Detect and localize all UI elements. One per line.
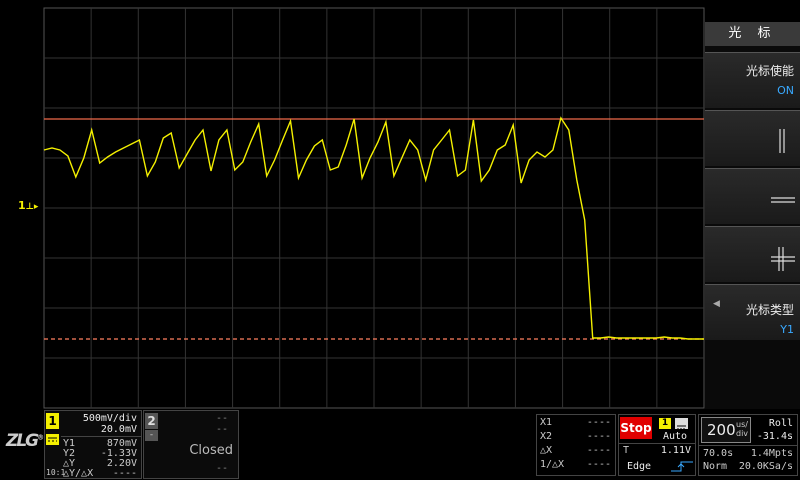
menu-left-arrow-icon: ◀ [713,299,720,309]
ch2-status: Closed [189,443,233,458]
trigger-type: Edge [627,461,652,472]
memory-depth: 1.4Mpts [750,448,793,459]
softkey-label: 光标类型 [745,303,794,317]
softkey-label: 光标使能 [745,64,794,78]
softkey-cursor-type[interactable]: ◀ 光标类型 Y1 [705,284,800,340]
ch1-offset: 20.0mV [100,424,137,435]
softkey-value: Y1 [780,323,794,336]
ch1-scale: 500mV/div [82,413,137,424]
ch2-number-badge: 2 [145,413,158,429]
dx-value: ---- [586,445,611,456]
record-duration: 70.0s [703,448,734,459]
softkey-vertical-cursors[interactable] [705,110,800,166]
menu-title: 光 标 [705,22,800,46]
timebase-unit-top: us/ [736,420,748,429]
softkey-cursor-enable[interactable]: 光标使能 ON [705,52,800,108]
ratio-value: ---- [112,468,137,479]
oscilloscope-screen: 1⊥▸ 光 标 光标使能 ON ◀ 光标类型 Y1 ZLG® 1 500mV/d… [0,0,800,480]
logo-text: ZLG [6,431,39,451]
ratio-label: △Y/△X [63,468,94,479]
cursor-x-panel: X1 ---- X2 ---- △X ---- 1/△X ---- [536,414,616,476]
ch2-coupling: - [145,430,158,441]
sample-rate: 20.0KSa/s [738,461,793,472]
trigger-type-label: T [623,445,630,456]
x2-label: X2 [540,431,553,442]
acquisition-mode: Roll [768,418,793,429]
run-stop-status[interactable]: Stop [620,417,652,439]
softkey-horizontal-cursors[interactable] [705,168,800,224]
logo-reg: ® [37,433,44,442]
dx-label: △X [540,445,553,456]
horizontal-position: -31.4s [756,431,793,442]
trigger-source-badge: 1 [659,418,671,429]
ground-arrow-icon: ⊥▸ [25,202,39,212]
ch1-ground-marker[interactable]: 1⊥▸ [18,199,38,212]
zlg-logo: ZLG® [6,431,44,451]
vertical-cursors-icon [779,129,785,153]
rising-edge-icon [671,461,693,472]
trigger-mode: Auto [663,431,688,442]
cursor-menu: 光 标 光标使能 ON ◀ 光标类型 Y1 [705,22,800,410]
ch1-ground-marker-label: 1 [18,199,26,212]
softkey-cross-cursors[interactable] [705,226,800,282]
x2-value: ---- [586,431,611,442]
trigger-panel[interactable]: Stop 1 Auto T 1.11V Edge [618,414,696,476]
horizontal-cursors-icon [771,197,795,203]
softkey-value: ON [777,84,794,97]
timebase-unit-bottom: div [736,429,749,438]
timebase-panel[interactable]: 200 us/ div Roll -31.4s 70.0s 1.4Mpts No… [698,414,798,476]
inv-dx-value: ---- [586,459,611,470]
ch2-offset: -- [215,424,228,435]
acquire-type: Norm [703,461,728,472]
timebase-scale: 200 [707,421,736,439]
ch2-scale: -- [215,413,228,424]
inv-dx-label: 1/△X [540,459,565,470]
ch2-panel[interactable]: 2 -- -- - Closed -- [143,410,239,479]
ch1-panel[interactable]: 1 500mV/div 20.0mV Y1 870mV Y2 -1.33V △Y… [44,410,142,479]
status-bar: ZLG® 1 500mV/div 20.0mV Y1 870mV Y2 -1.3… [0,409,800,480]
dc-coupling-icon [675,418,688,430]
cross-cursors-icon [771,247,795,271]
x1-value: ---- [586,417,611,428]
coupling-icon [46,430,59,445]
waveform-display[interactable] [0,0,800,480]
trigger-level: 1.11V [660,445,691,456]
x1-label: X1 [540,417,553,428]
ch2-dash: -- [215,463,228,474]
ch1-number-badge: 1 [46,413,59,429]
timebase-scale-box[interactable]: 200 us/ div [701,417,751,443]
